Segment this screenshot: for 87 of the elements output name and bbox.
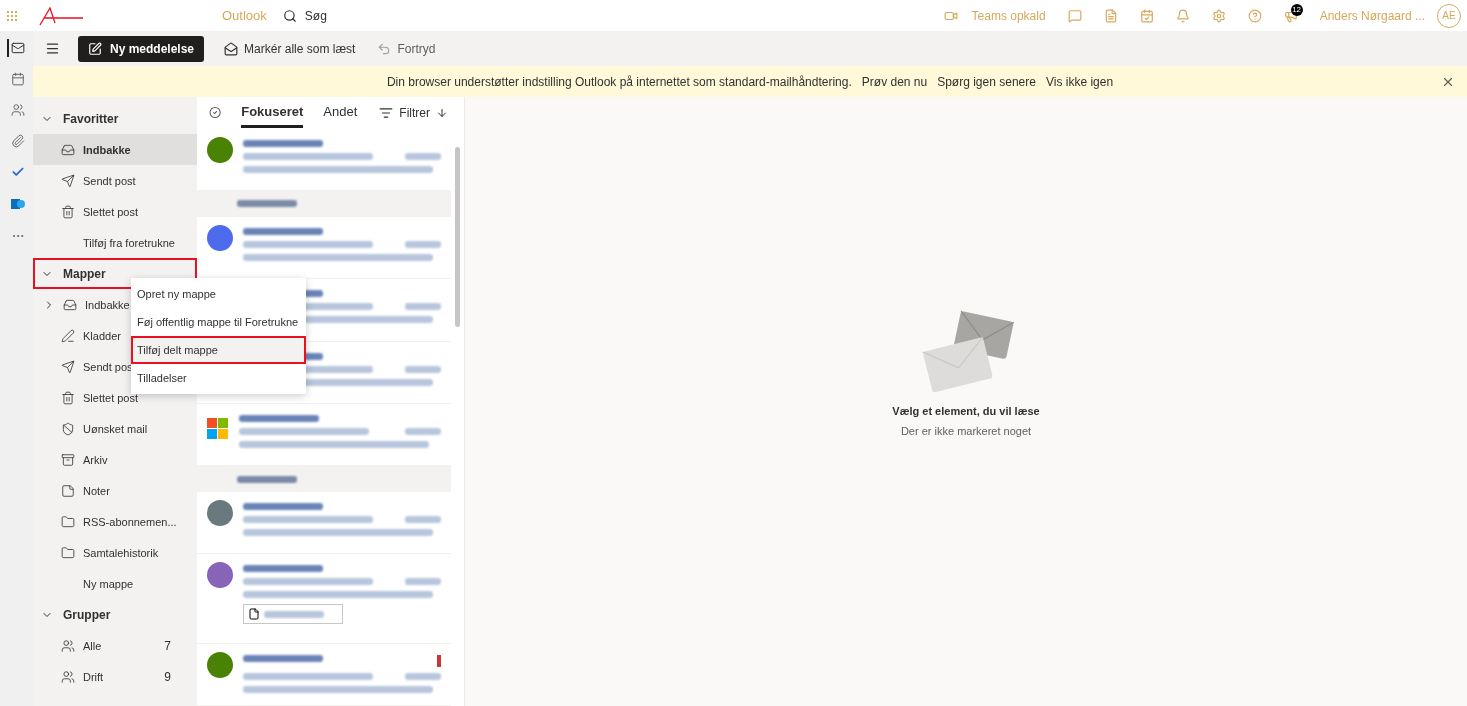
archive-icon — [61, 452, 75, 467]
blurred-text — [405, 365, 441, 373]
attachment-chip[interactable] — [243, 604, 343, 625]
folder-item[interactable]: Alle 7 — [33, 630, 197, 661]
inbox-icon — [61, 142, 75, 157]
inbox-tab[interactable]: Andet — [323, 97, 358, 128]
folder-item[interactable]: Noter — [33, 475, 197, 506]
banner-link[interactable]: Spørg igen senere — [937, 74, 1036, 89]
search-field[interactable]: Søg — [304, 8, 905, 23]
folder-item[interactable]: Tilføj fra foretrukne — [33, 227, 197, 258]
paperclip-icon — [10, 134, 25, 148]
scrollbar[interactable] — [455, 147, 460, 327]
banner-link[interactable]: Prøv den nu — [861, 74, 928, 89]
app-rail-button[interactable] — [6, 39, 27, 57]
blurred-text — [405, 672, 441, 680]
app-launcher-icon[interactable] — [6, 9, 18, 22]
folder-icon — [61, 545, 75, 560]
filter-icon — [379, 105, 394, 120]
bell-icon[interactable] — [1175, 8, 1190, 23]
flag-icon — [437, 654, 441, 667]
banner-link[interactable]: Vis ikke igen — [1045, 74, 1114, 89]
folder-item[interactable]: Sendt post — [33, 165, 197, 196]
blurred-text — [264, 610, 324, 618]
settings-icon[interactable] — [1211, 8, 1226, 23]
file-icon — [248, 608, 260, 621]
folder-section-header[interactable]: Favoritter — [33, 103, 197, 134]
mark-all-read-button[interactable]: Markér alle som læst — [222, 39, 358, 58]
menu-icon[interactable] — [45, 41, 60, 56]
notification-badge: 12 — [1290, 3, 1303, 16]
group-icon — [61, 638, 75, 653]
group-icon — [61, 669, 75, 684]
folder-section-header[interactable]: Grupper — [33, 599, 197, 630]
folder-item[interactable]: Slettet post — [33, 196, 197, 227]
people-icon — [10, 103, 25, 117]
new-message-button[interactable]: Ny meddelelse — [78, 35, 205, 62]
unread-count: 7 — [164, 638, 171, 653]
trash-icon — [61, 204, 75, 219]
menu-item[interactable]: Tilføj delt mappe — [131, 336, 306, 364]
undo-button[interactable]: Fortryd — [375, 39, 438, 58]
app-name: Outlook — [222, 8, 267, 23]
menu-item[interactable]: Opret ny mappe — [131, 280, 306, 308]
blurred-text — [405, 578, 441, 586]
folder-item[interactable]: RSS-abonnemen... — [33, 506, 197, 537]
arrow-down-icon — [436, 106, 448, 119]
document-icon[interactable] — [1103, 8, 1118, 23]
trash-icon — [61, 390, 75, 405]
blurred-text — [405, 240, 441, 248]
folder-item[interactable]: Drift 9 — [33, 661, 197, 692]
undo-icon — [377, 41, 392, 56]
folder-icon — [61, 514, 75, 529]
calendar-icon[interactable] — [1139, 8, 1154, 23]
send-icon — [61, 359, 75, 374]
blurred-text — [405, 516, 441, 524]
blurred-text — [405, 303, 441, 311]
junk-icon — [61, 421, 75, 436]
menu-item[interactable]: Tilladelser — [131, 364, 306, 392]
calendar-icon — [10, 72, 25, 86]
select-all-icon[interactable] — [209, 105, 222, 121]
send-icon — [61, 173, 75, 188]
inbox-tab[interactable]: Fokuseret — [241, 97, 304, 128]
compose-icon — [88, 41, 102, 56]
draft-icon — [61, 328, 75, 343]
folder-item[interactable]: Uønsket mail — [33, 413, 197, 444]
blurred-text — [237, 200, 297, 208]
open-envelope-icon — [224, 41, 239, 56]
blurred-text — [237, 475, 297, 483]
menu-item[interactable]: Føj offentlig mappe til Foretrukne — [131, 308, 306, 336]
blurred-text — [405, 427, 441, 435]
folder-item[interactable]: Indbakke — [33, 134, 197, 165]
note-icon — [61, 483, 75, 498]
logo-icon — [207, 417, 229, 440]
logo-icon — [38, 5, 84, 26]
blurred-text — [405, 152, 441, 160]
folder-item[interactable]: Samtalehistorik — [33, 537, 197, 568]
checkmark-icon — [10, 165, 25, 179]
banner-message: Din browser understøtter indstilling Outlook på internettet som standard-mailhåndtering. — [386, 74, 852, 89]
filter-button[interactable]: Filtrer — [377, 103, 450, 122]
search-icon — [282, 8, 297, 23]
empty-state-title: Vælg et element, du vil læse — [892, 404, 1040, 417]
folder-item[interactable]: Ny mappe — [33, 568, 197, 599]
empty-state-subtitle: Der er ikke markeret noget — [900, 424, 1032, 437]
help-icon[interactable] — [1247, 8, 1262, 23]
inbox-icon — [63, 297, 77, 312]
folder-item[interactable]: Arkiv — [33, 444, 197, 475]
app-logo-icon — [9, 196, 26, 212]
unread-count: 9 — [164, 669, 171, 684]
mail-icon — [10, 41, 25, 55]
